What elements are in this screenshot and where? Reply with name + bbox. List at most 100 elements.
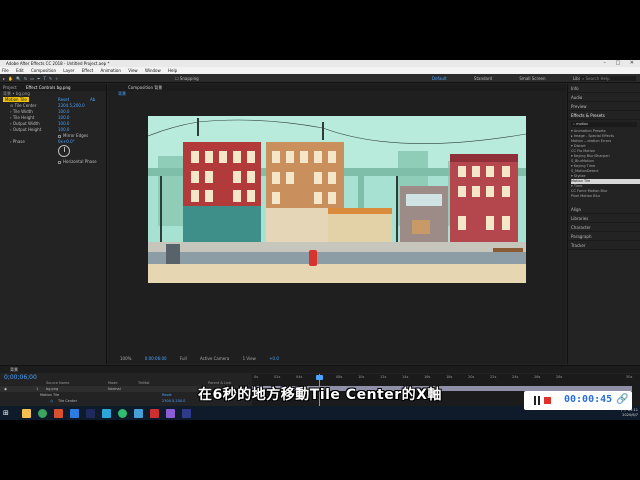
snapping-toggle[interactable]: ☐ Snapping [175, 74, 199, 83]
phase-label: Phase [12, 139, 25, 144]
panel-tracker[interactable]: Tracker [568, 241, 640, 250]
ruler-tick: 26s [534, 375, 541, 379]
camera-dropdown[interactable]: Active Camera [200, 356, 229, 361]
premiere-icon[interactable] [86, 409, 95, 418]
ruler-tick: 18s [446, 375, 453, 379]
views-dropdown[interactable]: 1 View [243, 356, 256, 361]
panel-libraries[interactable]: Libraries [568, 214, 640, 223]
ruler-tick: 22s [490, 375, 497, 379]
title-bar: Adobe After Effects CC 2018 - Untitled P… [0, 60, 640, 67]
panel-preview[interactable]: Preview [568, 102, 640, 111]
panel-align[interactable]: Align [568, 205, 640, 214]
explorer-icon[interactable] [22, 409, 31, 418]
menu-help[interactable]: Help [168, 68, 177, 73]
horizontal-phase-label: Horizontal Phase [63, 159, 97, 164]
timeline-timecode[interactable]: 0;00;06;00 [4, 374, 37, 381]
tool-icons[interactable]: ▸✋🔍↻▭✒T✎⊹ [3, 74, 62, 83]
menu-view[interactable]: View [128, 68, 138, 73]
phase-dial-row [0, 145, 106, 159]
effects-search-input[interactable]: ⌕ motion [571, 122, 637, 127]
effects-search-value: motion [576, 122, 589, 126]
ruler-tick: 20s [468, 375, 475, 379]
windows-start-icon[interactable]: ⊞ [3, 409, 11, 417]
viewer-controls: 100% 0:00:06:00 Full Active Camera 1 Vie… [108, 355, 566, 362]
snapping-label: Snapping [179, 76, 199, 81]
panel-effects-presets[interactable]: Effects & Presets [568, 111, 640, 120]
composition-canvas[interactable] [148, 116, 526, 283]
app-icon[interactable] [70, 409, 79, 418]
ruler-tick: 02s [274, 375, 281, 379]
panel-info[interactable]: Info [568, 84, 640, 93]
menu-animation[interactable]: Animation [101, 68, 121, 73]
tree-item[interactable]: Pixel Motion Blur [571, 194, 640, 199]
help-search-placeholder: Search Help [585, 76, 610, 81]
viewer-timecode[interactable]: 0:00:06:00 [145, 356, 167, 361]
tools-bar: ▸✋🔍↻▭✒T✎⊹ ☐ Snapping Default Standard Sm… [0, 74, 640, 83]
horizontal-phase-checkbox[interactable] [58, 160, 61, 164]
menu-edit[interactable]: Edit [16, 68, 24, 73]
acrobat-icon[interactable] [150, 409, 159, 418]
menu-window[interactable]: Window [145, 68, 161, 73]
menu-file[interactable]: File [2, 68, 9, 73]
effect-controls-panel: Project Effect Controls bg.png 背景 • bg.p… [0, 84, 107, 364]
ruler-tick: 14s [402, 375, 409, 379]
menu-effect[interactable]: Effect [82, 68, 94, 73]
prop-label: Tile Width [12, 109, 33, 114]
screen-recorder-widget: 00:00:45 🔗 [524, 391, 632, 410]
ruler-tick: 30s [626, 375, 633, 379]
ruler-tick: 12s [380, 375, 387, 379]
mirror-edges-label: Mirror Edges [63, 133, 89, 138]
stop-icon[interactable] [544, 397, 551, 404]
prop-horizontal-phase: Horizontal Phase [0, 159, 106, 165]
recording-elapsed-time: 00:00:45 [564, 394, 613, 405]
app-icon[interactable] [134, 409, 143, 418]
effects-tree: ▾ Animation Presets ▸ Image - Special Ef… [568, 129, 640, 199]
playhead-handle[interactable] [316, 375, 323, 380]
time-ruler[interactable]: 0s 02s 04s 08s 10s 12s 14s 16s 18s 20s 2… [252, 374, 640, 382]
app-frame: Adobe After Effects CC 2018 - Untitled P… [0, 60, 640, 420]
pause-icon[interactable] [534, 396, 541, 405]
menu-layer[interactable]: Layer [63, 68, 74, 73]
app-icon[interactable] [166, 409, 175, 418]
prop-label: Output Height [12, 127, 42, 132]
workspace-standard[interactable]: Standard [474, 76, 492, 81]
help-search-input[interactable]: ⌕ Search Help [580, 76, 636, 81]
clock-date: 2020/6/7 [622, 413, 638, 417]
chrome-icon[interactable] [38, 409, 47, 418]
panel-paragraph[interactable]: Paragraph [568, 232, 640, 241]
street-illustration [148, 116, 526, 283]
workspace-small-screen[interactable]: Small Screen [519, 76, 545, 81]
ruler-tick: 28s [556, 375, 563, 379]
ruler-tick: 10s [358, 375, 365, 379]
photoshop-icon[interactable] [102, 409, 111, 418]
zoom-dropdown[interactable]: 100% [120, 356, 131, 361]
ruler-tick: 24s [512, 375, 519, 379]
menu-composition[interactable]: Composition [31, 68, 56, 73]
tab-effect-controls[interactable]: Effect Controls bg.png [26, 85, 71, 90]
composition-breadcrumb[interactable]: 背景 [108, 91, 566, 97]
tab-timeline[interactable]: 背景 [0, 366, 640, 373]
workspace-default[interactable]: Default [432, 76, 447, 81]
phase-dial[interactable] [58, 145, 70, 157]
menu-bar: File Edit Composition Layer Effect Anima… [0, 67, 640, 74]
panel-character[interactable]: Character [568, 223, 640, 232]
link-icon[interactable]: 🔗 [616, 394, 628, 405]
window-controls[interactable]: – □ ✕ [603, 60, 638, 67]
window-title: Adobe After Effects CC 2018 - Untitled P… [6, 61, 110, 66]
ruler-tick: 04s [296, 375, 303, 379]
prop-label: Tile Height [12, 115, 35, 120]
ruler-tick: 08s [336, 375, 343, 379]
tab-project[interactable]: Project [3, 85, 17, 90]
panel-audio[interactable]: Audio [568, 93, 640, 102]
exposure-value[interactable]: +0.0 [269, 356, 279, 361]
prop-label: Output Width [12, 121, 40, 126]
composition-panel: Composition 背景 背景 100% 0:00:06:00 Full A… [108, 84, 566, 364]
app-icon[interactable] [54, 409, 63, 418]
mirror-edges-checkbox[interactable] [58, 134, 61, 138]
line-icon[interactable] [118, 409, 127, 418]
resolution-dropdown[interactable]: Full [180, 356, 187, 361]
after-effects-icon[interactable] [182, 409, 191, 418]
effect-name[interactable]: Motion Tile [3, 97, 29, 102]
tab-composition[interactable]: Composition 背景 [108, 84, 566, 91]
ruler-tick: 0s [254, 375, 259, 379]
